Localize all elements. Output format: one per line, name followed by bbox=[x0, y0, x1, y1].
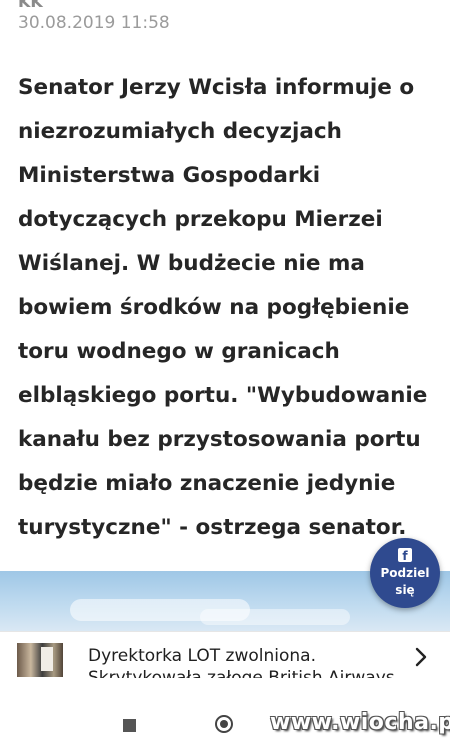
cloud-shape bbox=[200, 609, 350, 625]
article-date: 30.08.2019 11:58 bbox=[18, 13, 170, 33]
stop-icon[interactable] bbox=[123, 719, 136, 732]
related-article[interactable]: Dyrektorka LOT zwolniona. Skrytykowała z… bbox=[0, 631, 450, 679]
facebook-icon: f bbox=[398, 548, 412, 563]
author-name: KK bbox=[18, 0, 43, 11]
share-button[interactable]: f Podziel się bbox=[370, 538, 440, 608]
chevron-right-icon[interactable] bbox=[410, 646, 432, 668]
share-label: Podziel się bbox=[380, 566, 430, 597]
article-lead: Senator Jerzy Wcisła informuje o niezroz… bbox=[18, 75, 428, 540]
related-thumbnail bbox=[17, 643, 63, 677]
related-title: Dyrektorka LOT zwolniona. Skrytykowała z… bbox=[88, 646, 395, 679]
home-icon[interactable] bbox=[215, 715, 233, 733]
thumbnail-detail bbox=[41, 647, 53, 671]
watermark: www.wiocha.pl bbox=[270, 710, 450, 735]
